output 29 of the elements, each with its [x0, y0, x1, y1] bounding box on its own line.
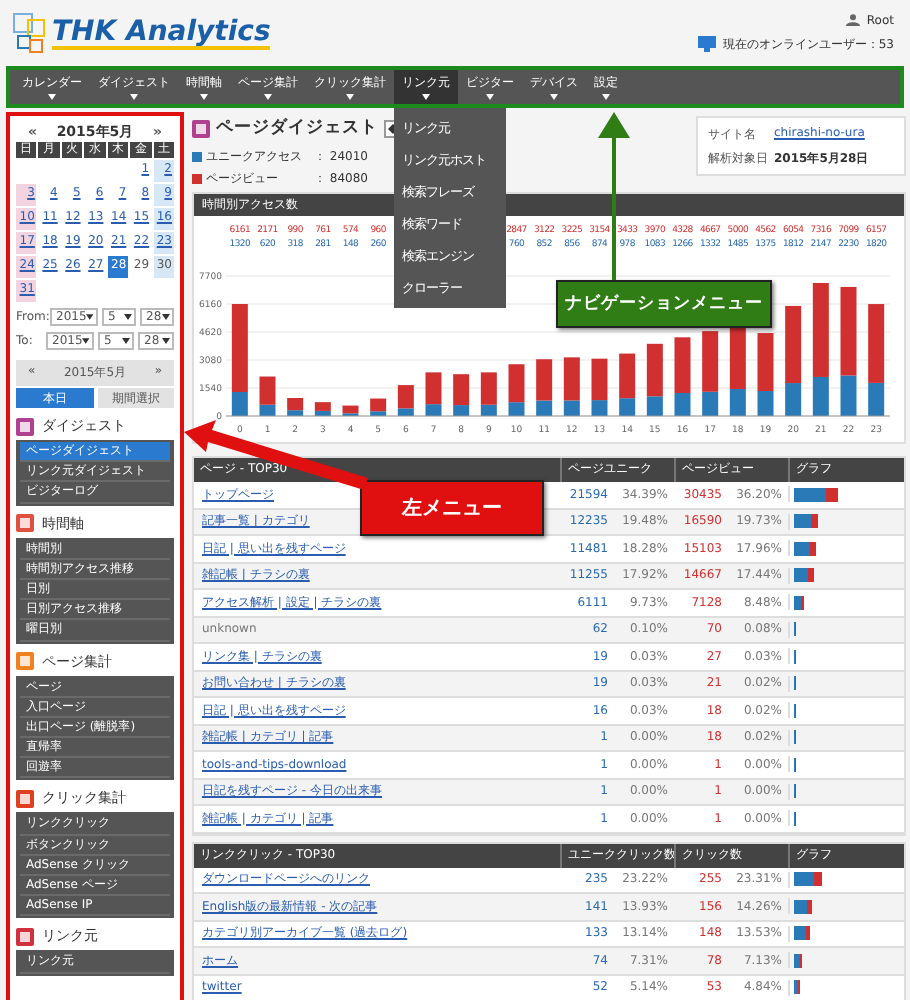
caret-icon — [422, 94, 430, 100]
document-icon — [16, 652, 34, 670]
hand-icon — [16, 789, 34, 808]
caret-icon — [82, 338, 90, 344]
logo-text: THK Analytics — [52, 17, 271, 49]
page-title: ページダイジェスト — [216, 116, 378, 140]
caret-icon — [264, 94, 272, 100]
calendar-icon — [16, 514, 34, 533]
caret-icon — [162, 314, 170, 320]
caret-icon — [200, 94, 208, 100]
caret-icon — [486, 94, 494, 100]
caret-icon — [130, 94, 138, 100]
caret-icon — [602, 94, 610, 100]
caret-icon — [86, 314, 94, 320]
digest-icon — [192, 119, 210, 137]
link-icon — [16, 927, 34, 946]
caret-icon — [122, 338, 130, 344]
caret-icon — [550, 94, 558, 100]
navigation-callout: ナビゲーションメニュー — [556, 280, 772, 328]
user-icon — [846, 14, 861, 26]
caret-icon — [48, 94, 56, 100]
caret-icon — [346, 94, 354, 100]
logo-icon — [12, 11, 48, 55]
diamond-icon — [388, 123, 398, 133]
caret-icon — [162, 338, 170, 344]
caret-icon — [124, 314, 132, 320]
digest-icon — [16, 417, 34, 435]
left-menu-callout: 左メニュー — [360, 480, 544, 536]
monitor-icon — [698, 36, 717, 52]
